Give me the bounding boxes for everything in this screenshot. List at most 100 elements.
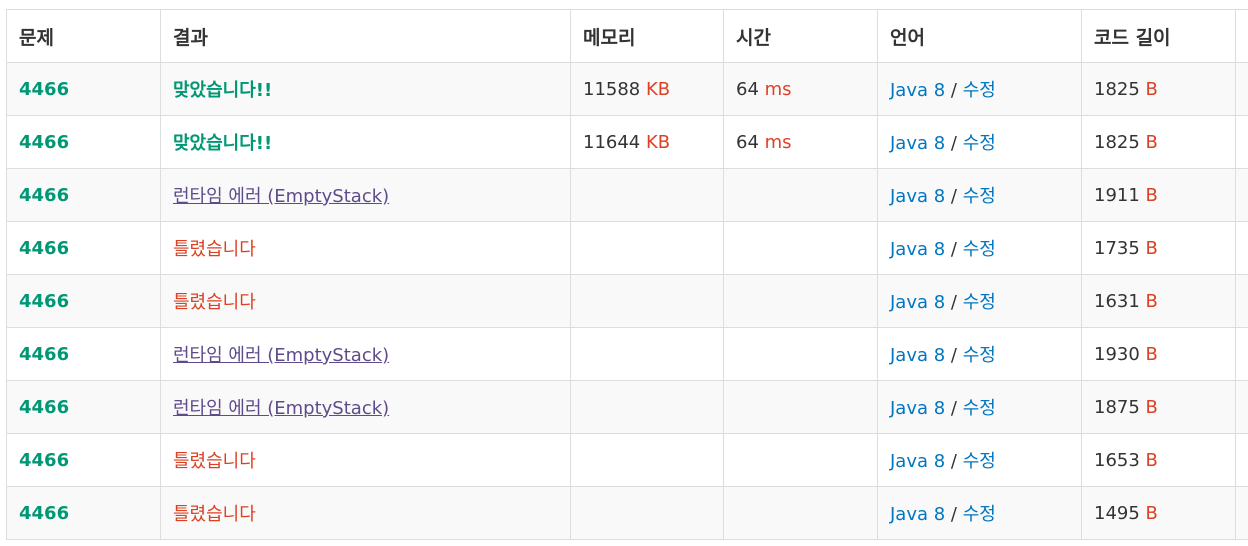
memory-unit: KB — [646, 78, 671, 100]
result-text: 틀렸습니다 — [173, 504, 256, 525]
time-cell — [723, 327, 878, 381]
language-cell: Java 8 / 수정 — [877, 486, 1082, 540]
code-length-value[interactable]: 1911 — [1094, 185, 1140, 206]
code-length-unit: B — [1145, 502, 1158, 524]
edit-link[interactable]: 수정 — [963, 345, 996, 366]
code-length-value[interactable]: 1495 — [1094, 503, 1140, 524]
code-length-unit: B — [1145, 343, 1158, 365]
code-length-value[interactable]: 1930 — [1094, 344, 1140, 365]
edit-link[interactable]: 수정 — [963, 292, 996, 313]
problem-id-link[interactable]: 4466 — [19, 79, 69, 100]
problem-id-link[interactable]: 4466 — [19, 185, 69, 206]
language-link[interactable]: Java 8 — [890, 80, 945, 101]
result-text[interactable]: 런타임 에러 (EmptyStack) — [173, 398, 389, 419]
problem-id-link[interactable]: 4466 — [19, 238, 69, 259]
time-cell — [723, 433, 878, 487]
code-length-value[interactable]: 1825 — [1094, 79, 1140, 100]
problem-id-link[interactable]: 4466 — [19, 132, 69, 153]
table-row: 4466 런타임 에러 (EmptyStack) Java 8 / 수정 1875 B — [6, 380, 1248, 434]
problem-cell: 4466 — [6, 327, 161, 381]
problem-cell: 4466 — [6, 115, 161, 169]
code-length-cell: 1495 B — [1081, 486, 1236, 540]
problem-id-link[interactable]: 4466 — [19, 397, 69, 418]
language-cell: Java 8 / 수정 — [877, 327, 1082, 381]
memory-cell — [570, 327, 724, 381]
language-separator: / — [945, 133, 963, 154]
result-cell: 런타임 에러 (EmptyStack) — [160, 380, 571, 434]
language-separator: / — [945, 186, 963, 207]
edit-link[interactable]: 수정 — [963, 80, 996, 101]
result-cell: 런타임 에러 (EmptyStack) — [160, 168, 571, 222]
language-cell: Java 8 / 수정 — [877, 433, 1082, 487]
language-link[interactable]: Java 8 — [890, 398, 945, 419]
language-cell: Java 8 / 수정 — [877, 168, 1082, 222]
language-link[interactable]: Java 8 — [890, 504, 945, 525]
problem-id-link[interactable]: 4466 — [19, 344, 69, 365]
language-link[interactable]: Java 8 — [890, 345, 945, 366]
table-row: 4466 틀렸습니다 Java 8 / 수정 1495 B — [6, 486, 1248, 540]
time-unit: ms — [764, 131, 792, 153]
time-cell — [723, 168, 878, 222]
edit-link[interactable]: 수정 — [963, 186, 996, 207]
code-length-value[interactable]: 1875 — [1094, 397, 1140, 418]
code-length-cell: 1825 B — [1081, 62, 1236, 116]
problem-id-link[interactable]: 4466 — [19, 503, 69, 524]
time-unit: ms — [764, 78, 792, 100]
problem-id-link[interactable]: 4466 — [19, 291, 69, 312]
language-cell: Java 8 / 수정 — [877, 380, 1082, 434]
result-text: 틀렸습니다 — [173, 239, 256, 260]
problem-cell: 4466 — [6, 221, 161, 275]
code-length-unit: B — [1145, 396, 1158, 418]
language-separator: / — [945, 451, 963, 472]
language-link[interactable]: Java 8 — [890, 451, 945, 472]
time-cell: 64 ms — [723, 62, 878, 116]
table-row: 4466 맞았습니다!! 11644 KB 64 ms Java 8 / 수정 1825 … — [6, 115, 1248, 169]
code-length-value[interactable]: 1825 — [1094, 132, 1140, 153]
language-link[interactable]: Java 8 — [890, 239, 945, 260]
problem-id-link[interactable]: 4466 — [19, 450, 69, 471]
header-language: 언어 — [877, 9, 1082, 63]
result-text[interactable]: 런타임 에러 (EmptyStack) — [173, 186, 389, 207]
code-length-cell: 1653 B — [1081, 433, 1236, 487]
memory-cell — [570, 433, 724, 487]
time-cell — [723, 380, 878, 434]
extra-cell — [1235, 274, 1248, 328]
time-cell: 64 ms — [723, 115, 878, 169]
result-cell: 런타임 에러 (EmptyStack) — [160, 327, 571, 381]
problem-cell: 4466 — [6, 486, 161, 540]
edit-link[interactable]: 수정 — [963, 239, 996, 260]
code-length-value[interactable]: 1735 — [1094, 238, 1140, 259]
result-cell: 틀렸습니다 — [160, 486, 571, 540]
time-cell — [723, 274, 878, 328]
edit-link[interactable]: 수정 — [963, 451, 996, 472]
language-separator: / — [945, 398, 963, 419]
header-code-length: 코드 길이 — [1081, 9, 1236, 63]
result-cell: 틀렸습니다 — [160, 433, 571, 487]
memory-cell — [570, 168, 724, 222]
extra-cell — [1235, 62, 1248, 116]
problem-cell: 4466 — [6, 380, 161, 434]
table-row: 4466 틀렸습니다 Java 8 / 수정 1631 B — [6, 274, 1248, 328]
language-link[interactable]: Java 8 — [890, 292, 945, 313]
header-extra — [1235, 9, 1248, 63]
code-length-value[interactable]: 1631 — [1094, 291, 1140, 312]
code-length-unit: B — [1145, 290, 1158, 312]
edit-link[interactable]: 수정 — [963, 504, 996, 525]
language-link[interactable]: Java 8 — [890, 186, 945, 207]
language-link[interactable]: Java 8 — [890, 133, 945, 154]
table-row: 4466 맞았습니다!! 11588 KB 64 ms Java 8 / 수정 1825 … — [6, 62, 1248, 116]
language-cell: Java 8 / 수정 — [877, 274, 1082, 328]
memory-unit: KB — [646, 131, 671, 153]
edit-link[interactable]: 수정 — [963, 398, 996, 419]
code-length-value[interactable]: 1653 — [1094, 450, 1140, 471]
extra-cell — [1235, 221, 1248, 275]
result-text[interactable]: 런타임 에러 (EmptyStack) — [173, 345, 389, 366]
language-cell: Java 8 / 수정 — [877, 62, 1082, 116]
problem-cell: 4466 — [6, 168, 161, 222]
code-length-cell: 1911 B — [1081, 168, 1236, 222]
code-length-unit: B — [1145, 184, 1158, 206]
code-length-cell: 1875 B — [1081, 380, 1236, 434]
edit-link[interactable]: 수정 — [963, 133, 996, 154]
time-value: 64 — [736, 78, 759, 100]
result-text: 맞았습니다!! — [173, 80, 273, 101]
